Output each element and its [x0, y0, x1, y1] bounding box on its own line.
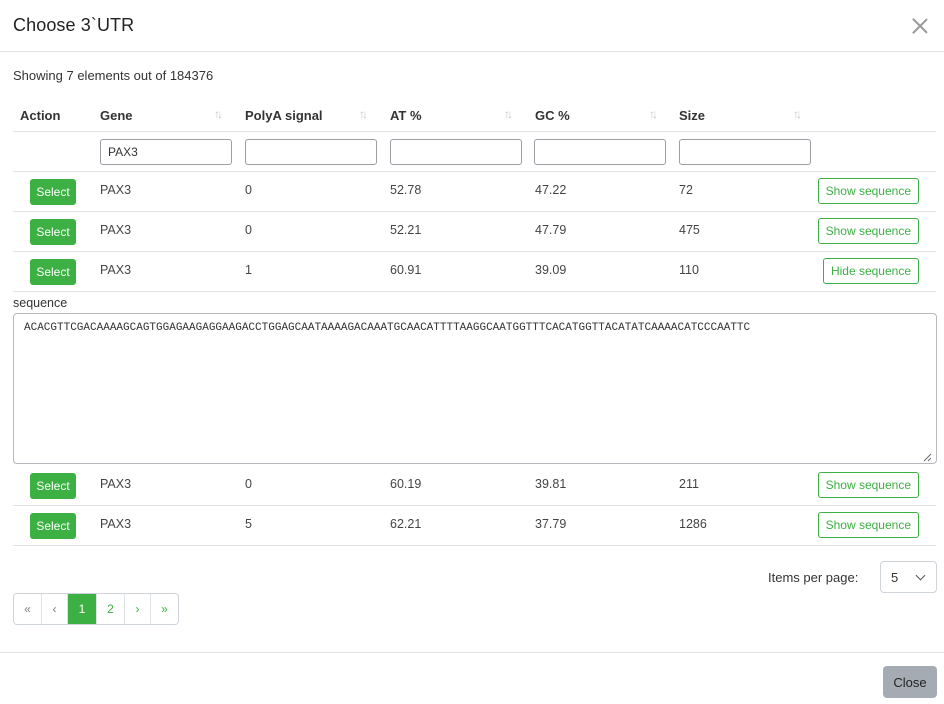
sort-at-icon[interactable]: ↑↓ [504, 107, 518, 123]
show-sequence-button[interactable]: Show sequence [817, 512, 919, 538]
size-cell: 475 [679, 223, 700, 237]
table-row: Select PAX3 0 52.78 47.22 72 Show sequen… [13, 172, 936, 212]
gene-cell: PAX3 [100, 183, 132, 197]
select-button[interactable]: Select [30, 179, 76, 205]
gc-cell: 39.81 [535, 477, 567, 491]
at-cell: 52.78 [390, 183, 422, 197]
at-cell: 62.21 [390, 517, 422, 531]
size-filter-input[interactable] [679, 139, 811, 165]
table-header: Action Gene ↑↓ PolyA signal ↑↓ AT % ↑↓ G… [13, 98, 936, 132]
footer-divider [0, 652, 944, 653]
sort-gc-icon[interactable]: ↑↓ [649, 107, 663, 123]
hide-sequence-button[interactable]: Hide sequence [822, 258, 919, 284]
header-size[interactable]: Size [679, 108, 705, 123]
header-gc[interactable]: GC % [535, 108, 570, 123]
prev-page-button[interactable]: ‹ [42, 594, 68, 624]
utr-table: Action Gene ↑↓ PolyA signal ↑↓ AT % ↑↓ G… [13, 98, 937, 546]
at-cell: 60.91 [390, 263, 422, 277]
gene-filter-input[interactable] [100, 139, 232, 165]
sequence-textarea[interactable]: ACACGTTCGACAAAAGCAGTGGAGAAGAGGAAGACCTGGA… [13, 313, 937, 464]
at-cell: 52.21 [390, 223, 422, 237]
size-cell: 1286 [679, 517, 707, 531]
table-row: Select PAX3 0 52.21 47.79 475 Show seque… [13, 212, 936, 252]
size-cell: 110 [679, 263, 699, 277]
select-button[interactable]: Select [30, 219, 76, 245]
results-summary: Showing 7 elements out of 184376 [13, 68, 214, 83]
show-sequence-button[interactable]: Show sequence [817, 218, 919, 244]
sort-gene-icon[interactable]: ↑↓ [214, 107, 228, 123]
polya-cell: 5 [245, 517, 252, 531]
select-button[interactable]: Select [30, 513, 76, 539]
size-cell: 72 [679, 183, 693, 197]
pagination: « ‹ 1 2 › » [13, 593, 179, 625]
close-icon[interactable] [911, 17, 929, 35]
page-1-button[interactable]: 1 [68, 594, 97, 624]
gc-cell: 47.22 [535, 183, 567, 197]
chevron-down-icon [915, 570, 926, 581]
modal-title: Choose 3`UTR [13, 15, 135, 35]
select-button[interactable]: Select [30, 473, 76, 499]
gene-cell: PAX3 [100, 223, 132, 237]
gene-cell: PAX3 [100, 517, 132, 531]
polya-cell: 0 [245, 223, 252, 237]
table-row: Select PAX3 5 62.21 37.79 1286 Show sequ… [13, 506, 936, 546]
gc-cell: 39.09 [535, 263, 567, 277]
modal-header: Choose 3`UTR [0, 0, 944, 52]
header-polya[interactable]: PolyA signal [245, 108, 323, 123]
gc-cell: 47.79 [535, 223, 567, 237]
polya-cell: 1 [245, 263, 252, 277]
polya-filter-input[interactable] [245, 139, 377, 165]
table-row: Select PAX3 0 60.19 39.81 211 Show seque… [13, 466, 936, 506]
items-per-page-select[interactable]: 5 [880, 561, 937, 593]
page-2-button[interactable]: 2 [97, 594, 125, 624]
show-sequence-button[interactable]: Show sequence [817, 472, 919, 498]
gene-cell: PAX3 [100, 263, 132, 277]
sort-polya-icon[interactable]: ↑↓ [359, 107, 373, 123]
size-cell: 211 [679, 477, 699, 491]
choose-utr-modal: Choose 3`UTR Showing 7 elements out of 1… [0, 0, 944, 704]
gc-filter-input[interactable] [534, 139, 666, 165]
first-page-button[interactable]: « [14, 594, 42, 624]
sequence-label: sequence [13, 296, 68, 310]
gc-cell: 37.79 [535, 517, 567, 531]
gene-cell: PAX3 [100, 477, 132, 491]
header-at[interactable]: AT % [390, 108, 422, 123]
polya-cell: 0 [245, 183, 252, 197]
at-filter-input[interactable] [390, 139, 522, 165]
table-row: Select PAX3 1 60.91 39.09 110 Hide seque… [13, 252, 936, 292]
show-sequence-button[interactable]: Show sequence [817, 178, 919, 204]
items-per-page-label: Items per page: [768, 570, 859, 585]
resize-handle-icon[interactable] [922, 452, 932, 462]
last-page-button[interactable]: » [151, 594, 178, 624]
select-button[interactable]: Select [30, 259, 76, 285]
next-page-button[interactable]: › [125, 594, 151, 624]
sort-size-icon[interactable]: ↑↓ [793, 107, 807, 123]
sequence-panel: sequence ACACGTTCGACAAAAGCAGTGGAGAAGAGGA… [13, 292, 937, 466]
polya-cell: 0 [245, 477, 252, 491]
close-button[interactable]: Close [883, 666, 937, 698]
header-action: Action [20, 108, 61, 123]
at-cell: 60.19 [390, 477, 422, 491]
items-per-page-value: 5 [891, 569, 899, 585]
filter-row [13, 132, 936, 172]
header-gene[interactable]: Gene [100, 108, 133, 123]
